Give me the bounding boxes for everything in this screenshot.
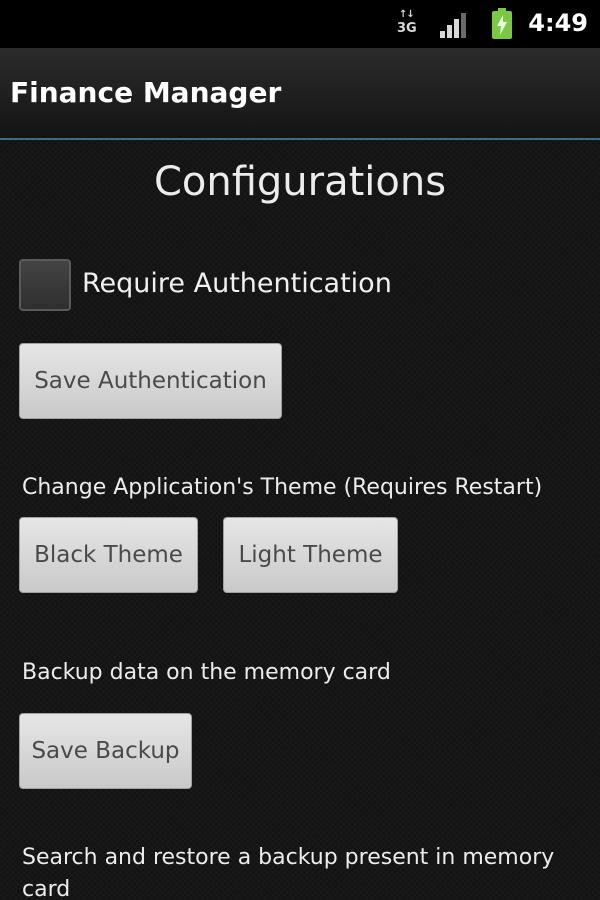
signal-strength-icon bbox=[440, 13, 466, 38]
save-authentication-button[interactable]: Save Authentication bbox=[19, 343, 282, 419]
status-bar: ↑↓ 3G 4:49 bbox=[0, 0, 600, 48]
page-title: Configurations bbox=[153, 159, 447, 205]
network-3g-icon: ↑↓ 3G bbox=[397, 10, 421, 38]
battery-charging-icon bbox=[492, 8, 512, 39]
require-authentication-label[interactable]: Require Authentication bbox=[82, 264, 392, 304]
app-title-bar: Finance Manager bbox=[0, 48, 600, 140]
backup-section-text: Backup data on the memory card bbox=[22, 660, 391, 685]
network-type-label: 3G bbox=[397, 21, 417, 36]
black-theme-button[interactable]: Black Theme bbox=[19, 517, 198, 593]
light-theme-button[interactable]: Light Theme bbox=[223, 517, 398, 593]
theme-section-text: Change Application's Theme (Requires Res… bbox=[22, 475, 543, 500]
app-title: Finance Manager bbox=[10, 76, 282, 109]
network-activity-arrows: ↑↓ bbox=[399, 9, 415, 20]
status-clock: 4:49 bbox=[528, 9, 588, 37]
require-authentication-checkbox[interactable] bbox=[19, 259, 71, 311]
restore-section-text: Search and restore a backup present in m… bbox=[22, 845, 555, 900]
app-screen: ↑↓ 3G 4:49 Finance Manager Configuration… bbox=[0, 0, 600, 900]
save-backup-button[interactable]: Save Backup bbox=[19, 713, 192, 789]
